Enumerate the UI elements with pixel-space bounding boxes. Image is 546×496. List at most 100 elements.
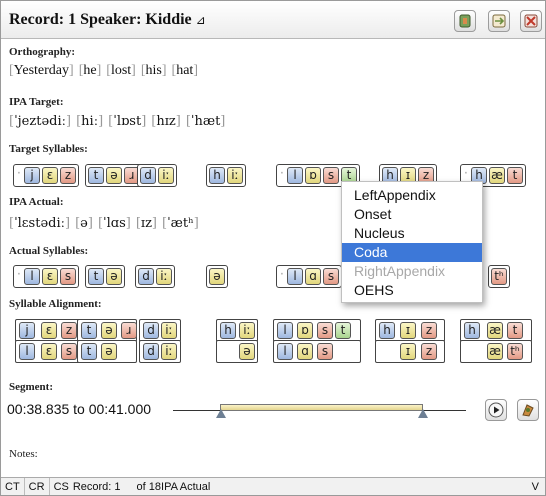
phone-tile[interactable]: ɒ <box>305 167 321 184</box>
alignment-actual-phone[interactable]: z <box>421 343 437 360</box>
ipa-actual-word[interactable]: ˈætʰ <box>162 216 199 232</box>
alignment-target-phone[interactable]: æ <box>487 322 503 339</box>
alignment-target-phone[interactable]: t <box>507 322 523 339</box>
alignment-actual-phone[interactable]: æ <box>487 343 503 360</box>
phone-tile[interactable]: d <box>138 268 154 285</box>
alignment-actual-phone[interactable]: s <box>317 343 333 360</box>
orthography-word[interactable]: his <box>141 63 167 80</box>
syllabify-button[interactable] <box>454 10 476 32</box>
phone-tile[interactable]: s <box>323 268 339 285</box>
alignment-target-phone[interactable]: ɛ <box>41 322 57 339</box>
alignment-target-phone[interactable]: d <box>143 322 159 339</box>
alignment-target-phone[interactable]: h <box>464 322 480 339</box>
phone-tile[interactable]: l <box>24 268 40 285</box>
phone-tile[interactable]: iː <box>158 167 174 184</box>
phone-tile[interactable]: tʰ <box>491 268 507 285</box>
alignment-actual-phone[interactable]: s <box>61 343 77 360</box>
segment-start-handle[interactable] <box>216 409 226 418</box>
phone-tile[interactable]: ɛ <box>42 167 58 184</box>
alignment-target-phone[interactable]: iː <box>239 322 255 339</box>
menu-item-leftappendix[interactable]: LeftAppendix <box>342 186 482 205</box>
alignment-actual-phone[interactable]: d <box>143 343 159 360</box>
orthography-word[interactable]: Yesterday <box>9 63 74 80</box>
alignment-target-phone[interactable]: l <box>277 322 293 339</box>
ipa-target-line[interactable]: ˈjeztədiː hiː ˈlɒst hɪz ˈhæt <box>9 114 225 130</box>
alignment-actual-phone[interactable]: l <box>19 343 35 360</box>
segment-range-bar[interactable] <box>220 404 423 411</box>
phone-tile[interactable]: iː <box>156 268 172 285</box>
alignment-target-phone[interactable]: ɒ <box>297 322 313 339</box>
alignment-target-phone[interactable]: h <box>220 322 236 339</box>
alignment-target-phone[interactable]: ɹ <box>121 322 137 339</box>
ipa-actual-word[interactable]: ˈlɑs <box>98 216 131 232</box>
alignment-target-phone[interactable]: j <box>19 322 35 339</box>
orthography-line[interactable]: Yesterday he lost his hat <box>9 63 198 80</box>
phone-tile[interactable]: t <box>507 167 523 184</box>
ipa-target-word[interactable]: hiː <box>76 114 103 130</box>
menu-item-nucleus[interactable]: Nucleus <box>342 224 482 243</box>
alignment-target-phone[interactable]: z <box>421 322 437 339</box>
alignment-actual-phone[interactable]: tʰ <box>507 343 523 360</box>
menu-item-coda[interactable]: Coda <box>342 243 482 262</box>
phone-tile[interactable]: h <box>209 167 225 184</box>
phone-tile[interactable]: ə <box>209 268 225 285</box>
alignment-actual-phone[interactable]: ɑ <box>297 343 313 360</box>
syllable-group[interactable]: ˈjɛz <box>13 164 79 187</box>
syllable-group[interactable]: d iː <box>137 164 177 187</box>
ipa-actual-word[interactable]: ˈlɛstədiː <box>9 216 70 232</box>
menu-item-oehs[interactable]: OEHS <box>342 281 482 300</box>
ipa-actual-word[interactable]: ɪz <box>136 216 157 232</box>
phone-tile[interactable]: æ <box>489 167 505 184</box>
phone-tile[interactable]: ə <box>106 167 122 184</box>
alignment-target-phone[interactable]: iː <box>161 322 177 339</box>
syllable-group[interactable]: tə <box>85 265 125 288</box>
ipa-target-word[interactable]: hɪz <box>151 114 181 130</box>
alignment-actual-phone[interactable]: t <box>81 343 97 360</box>
phone-tile[interactable]: z <box>60 167 76 184</box>
alignment-target-phone[interactable]: ə <box>101 322 117 339</box>
ipa-actual-line[interactable]: ˈlɛstədiː ə ˈlɑs ɪz ˈætʰ <box>9 216 199 232</box>
phone-tile[interactable]: iː <box>227 167 243 184</box>
phone-tile[interactable]: s <box>60 268 76 285</box>
phone-tile[interactable]: l <box>287 268 303 285</box>
status-cr[interactable]: CR <box>25 477 50 495</box>
orthography-word[interactable]: hat <box>172 63 198 80</box>
phone-tile[interactable]: d <box>140 167 156 184</box>
alignment-target-phone[interactable]: z <box>61 322 77 339</box>
alignment-actual-phone[interactable]: ɪ <box>400 343 416 360</box>
phone-tile[interactable]: t <box>88 268 104 285</box>
alignment-target-phone[interactable]: h <box>379 322 395 339</box>
align-button[interactable] <box>488 10 510 32</box>
syllable-group[interactable]: təɹ <box>85 164 143 187</box>
alignment-target-phone[interactable]: t <box>81 322 97 339</box>
phone-tile[interactable]: l <box>287 167 303 184</box>
alignment-actual-phone[interactable]: ɛ <box>41 343 57 360</box>
orthography-word[interactable]: lost <box>106 63 136 80</box>
phone-tile[interactable]: ə <box>106 268 122 285</box>
syllable-group[interactable]: tʰ <box>488 265 510 288</box>
status-cs[interactable]: CS <box>50 478 73 496</box>
edit-segment-button[interactable] <box>517 399 539 421</box>
alignment-target-phone[interactable]: t <box>335 322 351 339</box>
alignment-actual-phone[interactable]: iː <box>161 343 177 360</box>
reset-button[interactable] <box>520 10 542 32</box>
segment-range[interactable]: 00:38.835 to 00:41.000 <box>7 401 151 417</box>
syllable-group[interactable]: ˈlɑs <box>276 265 342 288</box>
alignment-actual-phone[interactable]: l <box>277 343 293 360</box>
phone-tile[interactable]: ɛ <box>42 268 58 285</box>
phone-tile[interactable]: j <box>24 167 40 184</box>
ipa-actual-word[interactable]: ə <box>75 216 93 232</box>
ipa-target-word[interactable]: ˈhæt <box>186 114 226 130</box>
alignment-target-phone[interactable]: ɪ <box>400 322 416 339</box>
ipa-target-word[interactable]: ˈlɒst <box>108 114 146 130</box>
phone-tile[interactable]: s <box>323 167 339 184</box>
record-title[interactable]: Record: 1 Speaker: Kiddie ⊿ <box>9 11 206 29</box>
syllable-group[interactable]: d iː <box>135 265 175 288</box>
menu-triangle-icon[interactable]: ⊿ <box>196 13 206 27</box>
status-ct[interactable]: CT <box>1 477 25 495</box>
syllable-group[interactable]: ə <box>206 265 228 288</box>
phone-tile[interactable]: t <box>88 167 104 184</box>
menu-item-onset[interactable]: Onset <box>342 205 482 224</box>
syllable-group[interactable]: ˈlɛs <box>13 265 79 288</box>
alignment-actual-phone[interactable]: ə <box>239 343 255 360</box>
